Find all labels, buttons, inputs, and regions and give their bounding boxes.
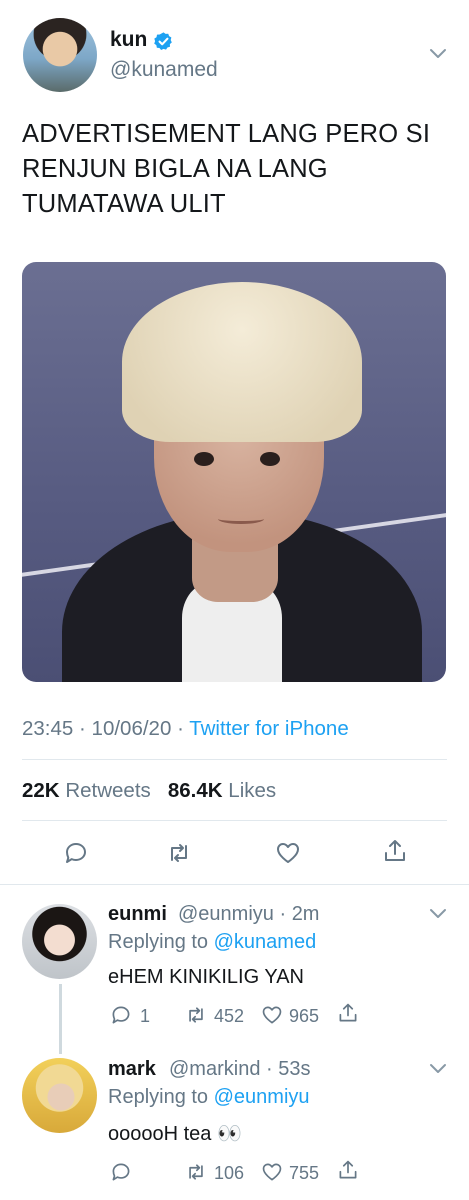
author-handle[interactable]: @kunamed xyxy=(110,58,218,82)
replying-to: Replying to @kunamed xyxy=(108,931,317,953)
tweet-meta: 23:45 · 10/06/20 · Twitter for iPhone xyxy=(22,717,349,740)
like-count[interactable]: 86.4K xyxy=(168,779,223,802)
replying-to: Replying to @eunmiyu xyxy=(108,1086,310,1108)
author-avatar[interactable] xyxy=(23,18,97,92)
share-icon[interactable] xyxy=(337,1002,359,1024)
retweet-count[interactable]: 22K xyxy=(22,779,60,802)
likes-label[interactable]: Likes xyxy=(228,779,276,802)
tweet-source-link[interactable]: Twitter for iPhone xyxy=(189,717,349,740)
reply-author-handle: @markind · 53s xyxy=(169,1058,311,1080)
like-count: 965 xyxy=(289,1006,320,1026)
reply-icon[interactable] xyxy=(110,1004,132,1026)
like-icon[interactable] xyxy=(261,1161,283,1183)
like-icon[interactable] xyxy=(261,1004,283,1026)
reply-text: oooooH tea 👀 xyxy=(108,1123,242,1145)
thread-line xyxy=(59,984,62,1054)
retweet-count: 106 xyxy=(214,1163,245,1183)
divider xyxy=(0,884,469,885)
retweet-icon[interactable] xyxy=(185,1161,207,1183)
reply-author-name[interactable]: mark xyxy=(108,1058,156,1081)
tweet-date: 10/06/20 xyxy=(91,717,172,740)
reply-author-handle: @eunmiyu · 2m xyxy=(178,903,320,925)
reply-author-name[interactable]: eunmi xyxy=(108,903,167,926)
tweet-stats: 22K Retweets 86.4K Likes xyxy=(22,779,276,803)
tweet-text: ADVERTISEMENT LANG PERO SI RENJUN BIGLA … xyxy=(22,120,431,218)
reply-avatar[interactable] xyxy=(22,904,97,979)
reply-icon[interactable] xyxy=(63,840,89,866)
reply-text: eHEM KINIKILIG YAN xyxy=(108,966,304,988)
reply-count: 1 xyxy=(140,1006,151,1026)
author-name[interactable]: kun xyxy=(110,28,147,52)
chevron-down-icon[interactable] xyxy=(429,48,447,60)
share-icon[interactable] xyxy=(382,838,408,864)
tweet-photo[interactable] xyxy=(22,262,446,682)
divider xyxy=(22,820,447,821)
replying-to-link[interactable]: @eunmiyu xyxy=(214,1086,310,1108)
retweet-icon[interactable] xyxy=(185,1004,207,1026)
like-icon[interactable] xyxy=(275,840,301,866)
retweet-icon[interactable] xyxy=(166,840,192,866)
retweet-count: 452 xyxy=(214,1006,245,1026)
tweet-time: 23:45 xyxy=(22,717,74,740)
divider xyxy=(22,759,447,760)
replying-to-link[interactable]: @kunamed xyxy=(214,931,317,953)
reply-avatar[interactable] xyxy=(22,1058,97,1133)
retweets-label[interactable]: Retweets xyxy=(65,779,150,802)
verified-badge-icon xyxy=(154,32,172,50)
reply-icon[interactable] xyxy=(110,1161,132,1183)
share-icon[interactable] xyxy=(337,1159,359,1181)
chevron-down-icon[interactable] xyxy=(429,1063,447,1075)
like-count: 755 xyxy=(289,1163,320,1183)
chevron-down-icon[interactable] xyxy=(429,908,447,920)
